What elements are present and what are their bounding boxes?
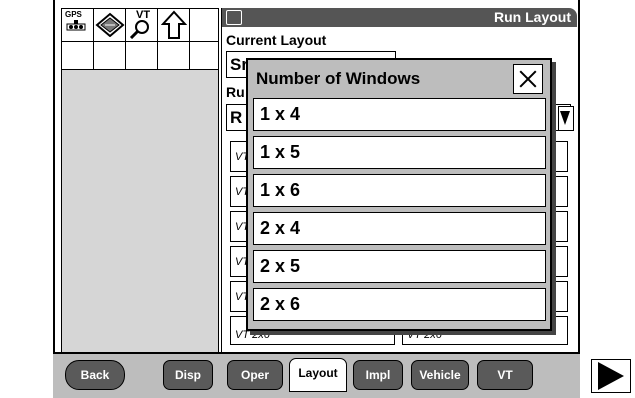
book-icon — [95, 12, 125, 37]
number-of-windows-dialog: Number of Windows 1 x 4 1 x 5 1 x 6 2 x … — [246, 58, 552, 331]
play-arrow-icon[interactable] — [591, 359, 631, 393]
tab-impl[interactable]: Impl — [353, 360, 403, 390]
run-label: Ru — [226, 84, 245, 100]
icon-slot-empty — [190, 9, 219, 71]
option-2x5[interactable]: 2 x 5 — [253, 250, 546, 283]
current-layout-label: Current Layout — [226, 32, 327, 48]
gps-label: GPS — [65, 10, 82, 19]
icon-bar: GPS VT — [61, 8, 219, 71]
option-2x6[interactable]: 2 x 6 — [253, 288, 546, 321]
icon-slot-book[interactable] — [94, 9, 126, 71]
close-icon[interactable] — [513, 64, 543, 94]
icon-slot-vt[interactable]: VT — [126, 9, 158, 71]
chevron-down-icon[interactable] — [558, 106, 574, 131]
tab-oper[interactable]: Oper — [227, 360, 283, 390]
icon-slot-up[interactable] — [158, 9, 190, 71]
left-panel — [61, 70, 219, 352]
option-1x6[interactable]: 1 x 6 — [253, 174, 546, 207]
dialog-title: Number of Windows — [256, 69, 421, 88]
magnifier-icon — [129, 20, 149, 39]
tab-vehicle[interactable]: Vehicle — [411, 360, 469, 390]
option-1x4[interactable]: 1 x 4 — [253, 98, 546, 131]
option-2x4[interactable]: 2 x 4 — [253, 212, 546, 245]
tab-disp[interactable]: Disp — [163, 360, 213, 390]
page-title: Run Layout — [494, 9, 571, 25]
bottom-nav: Back Disp Oper Layout Impl Vehicle VT — [53, 352, 631, 398]
title-bar: Run Layout — [222, 8, 577, 27]
icon-bar-divider — [62, 41, 218, 42]
tab-vt[interactable]: VT — [477, 360, 533, 390]
back-button[interactable]: Back — [65, 360, 125, 390]
up-arrow-icon — [161, 10, 187, 39]
gps-receiver-icon — [66, 20, 86, 31]
tab-layout[interactable]: Layout — [289, 358, 347, 392]
screen-icon — [226, 10, 242, 25]
option-1x5[interactable]: 1 x 5 — [253, 136, 546, 169]
icon-slot-gps[interactable]: GPS — [62, 9, 94, 71]
